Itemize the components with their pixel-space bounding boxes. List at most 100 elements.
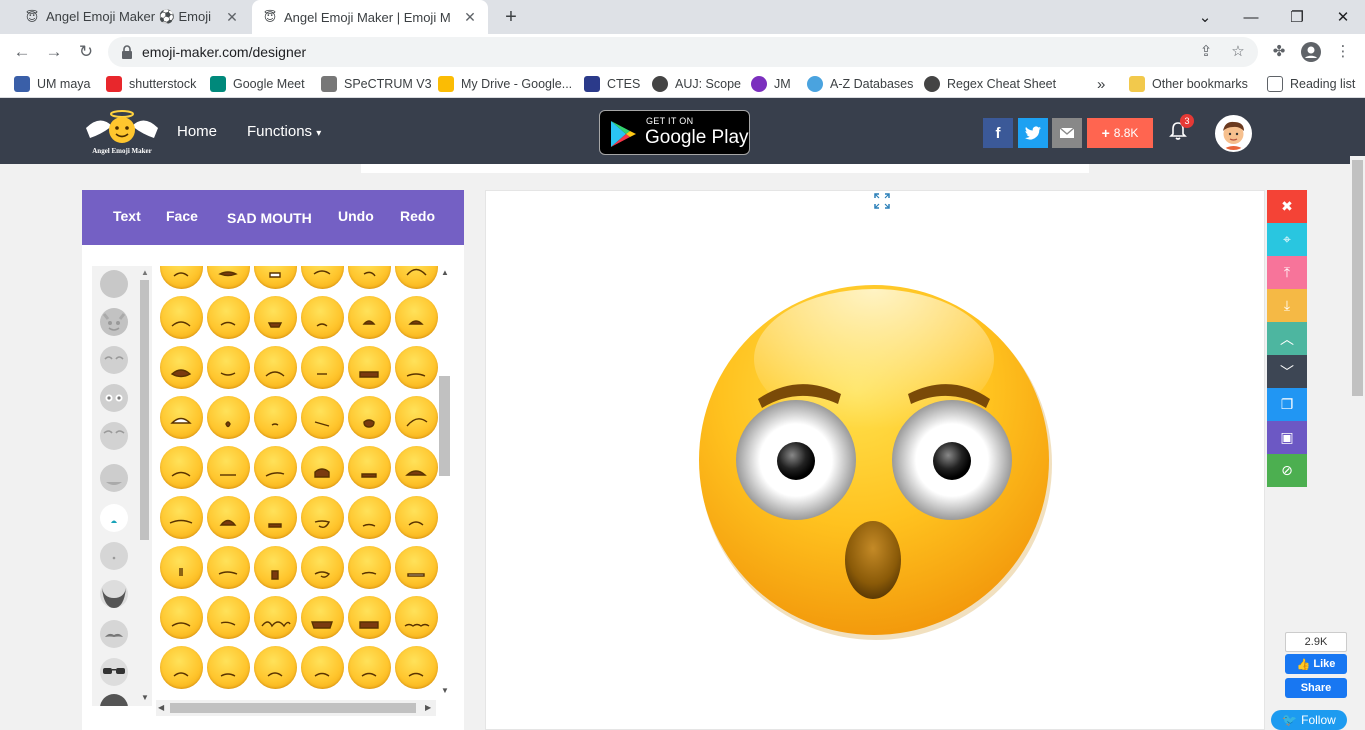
emoji-preview[interactable] [698, 284, 1054, 640]
face-tab[interactable]: Face [166, 208, 198, 224]
bookmark-item[interactable]: Google Meet [210, 75, 305, 93]
mouth-option[interactable] [301, 646, 344, 689]
mouth-option[interactable] [395, 646, 438, 689]
mouth-option[interactable] [301, 346, 344, 389]
grid-scroll-up-icon[interactable]: ▲ [441, 268, 449, 277]
mouth-option[interactable] [395, 266, 438, 289]
mouth-option[interactable] [160, 596, 203, 639]
category-title[interactable]: SAD MOUTH [227, 210, 312, 226]
mustache-category-icon[interactable] [100, 620, 128, 648]
mouth-option[interactable] [395, 446, 438, 489]
mouth-option[interactable] [301, 446, 344, 489]
mouth-option[interactable] [254, 346, 297, 389]
extensions-icon[interactable]: ✤ [1269, 42, 1289, 62]
browser-tab[interactable]: 😇 Angel Emoji Maker ⚽ Emoji ✕ [14, 0, 250, 34]
mouth-option[interactable] [301, 396, 344, 439]
other-bookmarks[interactable]: Other bookmarks [1129, 75, 1248, 93]
hide-button[interactable]: ⊘ [1267, 454, 1307, 487]
mouth-option[interactable] [301, 296, 344, 339]
mouth-option[interactable] [160, 646, 203, 689]
move-up-button[interactable]: ︿ [1267, 322, 1307, 355]
close-tab-icon[interactable]: ✕ [224, 9, 240, 26]
horizontal-scrollbar[interactable] [170, 703, 416, 713]
mouth-option[interactable] [348, 596, 391, 639]
page-scroll-thumb[interactable] [1352, 160, 1363, 396]
mouth-option[interactable] [207, 446, 250, 489]
nav-functions[interactable]: Functions ▾ [247, 123, 321, 140]
mouth-option[interactable] [301, 496, 344, 539]
restore-icon[interactable]: ❐ [1274, 0, 1320, 34]
fullscreen-icon[interactable] [874, 193, 890, 209]
beard-category-icon[interactable] [100, 580, 128, 608]
mouth-option[interactable] [301, 546, 344, 589]
closed-eyes-category-icon[interactable] [100, 346, 128, 374]
mouth-option[interactable] [207, 496, 250, 539]
move-down-button[interactable]: ﹀ [1267, 355, 1307, 388]
grid-scroll-down-icon[interactable]: ▼ [441, 686, 449, 695]
bookmark-item[interactable]: CTES [584, 75, 640, 93]
paste-button[interactable]: ▣ [1267, 421, 1307, 454]
mouth-option[interactable] [301, 266, 344, 289]
small-mouth-category-icon[interactable] [100, 542, 128, 570]
mouth-option[interactable] [301, 596, 344, 639]
mouth-option[interactable] [160, 266, 203, 289]
angel-emoji-maker-logo[interactable]: Angel Emoji Maker [82, 108, 162, 156]
mouth-option[interactable] [160, 346, 203, 389]
mouth-option[interactable] [160, 446, 203, 489]
nav-home[interactable]: Home [177, 123, 217, 140]
mouth-option[interactable] [395, 296, 438, 339]
mouth-option[interactable] [160, 396, 203, 439]
user-avatar[interactable] [1215, 115, 1252, 152]
close-window-icon[interactable]: ✕ [1320, 0, 1365, 34]
back-icon[interactable]: ← [11, 41, 33, 63]
bring-to-top-button[interactable]: ⤒ [1267, 256, 1307, 289]
mouth-option[interactable] [254, 546, 297, 589]
grid-scrollbar[interactable] [439, 376, 450, 476]
mouth-active-category-icon[interactable] [100, 504, 128, 532]
mouth-option[interactable] [207, 346, 250, 389]
text-tab[interactable]: Text [113, 208, 141, 224]
twitter-follow-button[interactable]: 🐦 Follow [1271, 710, 1347, 730]
mouth-option[interactable] [207, 596, 250, 639]
mouth-option[interactable] [254, 296, 297, 339]
mouth-option[interactable] [160, 296, 203, 339]
scroll-right-icon[interactable]: ▶ [425, 703, 431, 712]
send-to-bottom-button[interactable]: ⤓ [1267, 289, 1307, 322]
minimize-icon[interactable]: — [1228, 0, 1274, 34]
bookmark-item[interactable]: shutterstock [106, 75, 196, 93]
undo-button[interactable]: Undo [338, 208, 374, 224]
face-category-icon[interactable] [100, 270, 128, 298]
mouth-option[interactable] [348, 496, 391, 539]
eyes-category-icon[interactable] [100, 384, 128, 412]
mouth-option[interactable] [207, 296, 250, 339]
more-bookmarks-icon[interactable]: » [1097, 75, 1105, 93]
tab-search-icon[interactable]: ⌄ [1182, 0, 1228, 34]
hair-category-icon[interactable] [100, 694, 128, 706]
mouth-option[interactable] [160, 546, 203, 589]
bookmark-item[interactable]: UM maya [14, 75, 90, 93]
scroll-left-icon[interactable]: ◀ [158, 703, 164, 712]
reload-icon[interactable]: ↻ [75, 41, 97, 63]
mouth-option[interactable] [207, 396, 250, 439]
mouth-option[interactable] [254, 496, 297, 539]
bookmark-item[interactable]: Regex Cheat Sheet [924, 75, 1056, 93]
scroll-up-icon[interactable]: ▲ [141, 268, 149, 277]
mouth-option[interactable] [395, 546, 438, 589]
scroll-down-icon[interactable]: ▼ [141, 693, 149, 702]
close-button[interactable]: ✖ [1267, 190, 1307, 223]
profile-icon[interactable] [1301, 42, 1321, 62]
bookmark-item[interactable]: SPeCTRUM V3 [321, 75, 432, 93]
reading-list[interactable]: Reading list [1267, 75, 1355, 93]
bookmark-item[interactable]: AUJ: Scope [652, 75, 741, 93]
mouth-option[interactable] [254, 646, 297, 689]
mouth-option[interactable] [348, 266, 391, 289]
mouth-option[interactable] [207, 546, 250, 589]
mouth-option[interactable] [254, 266, 297, 289]
google-play-badge[interactable]: GET IT ON Google Play [599, 110, 750, 155]
mouth-option[interactable] [395, 496, 438, 539]
new-tab-icon[interactable]: + [500, 6, 522, 28]
mouth-option[interactable] [160, 496, 203, 539]
mouth-grid[interactable] [158, 266, 438, 702]
mouth-option[interactable] [348, 296, 391, 339]
center-focus-button[interactable]: ⌖ [1267, 223, 1307, 256]
